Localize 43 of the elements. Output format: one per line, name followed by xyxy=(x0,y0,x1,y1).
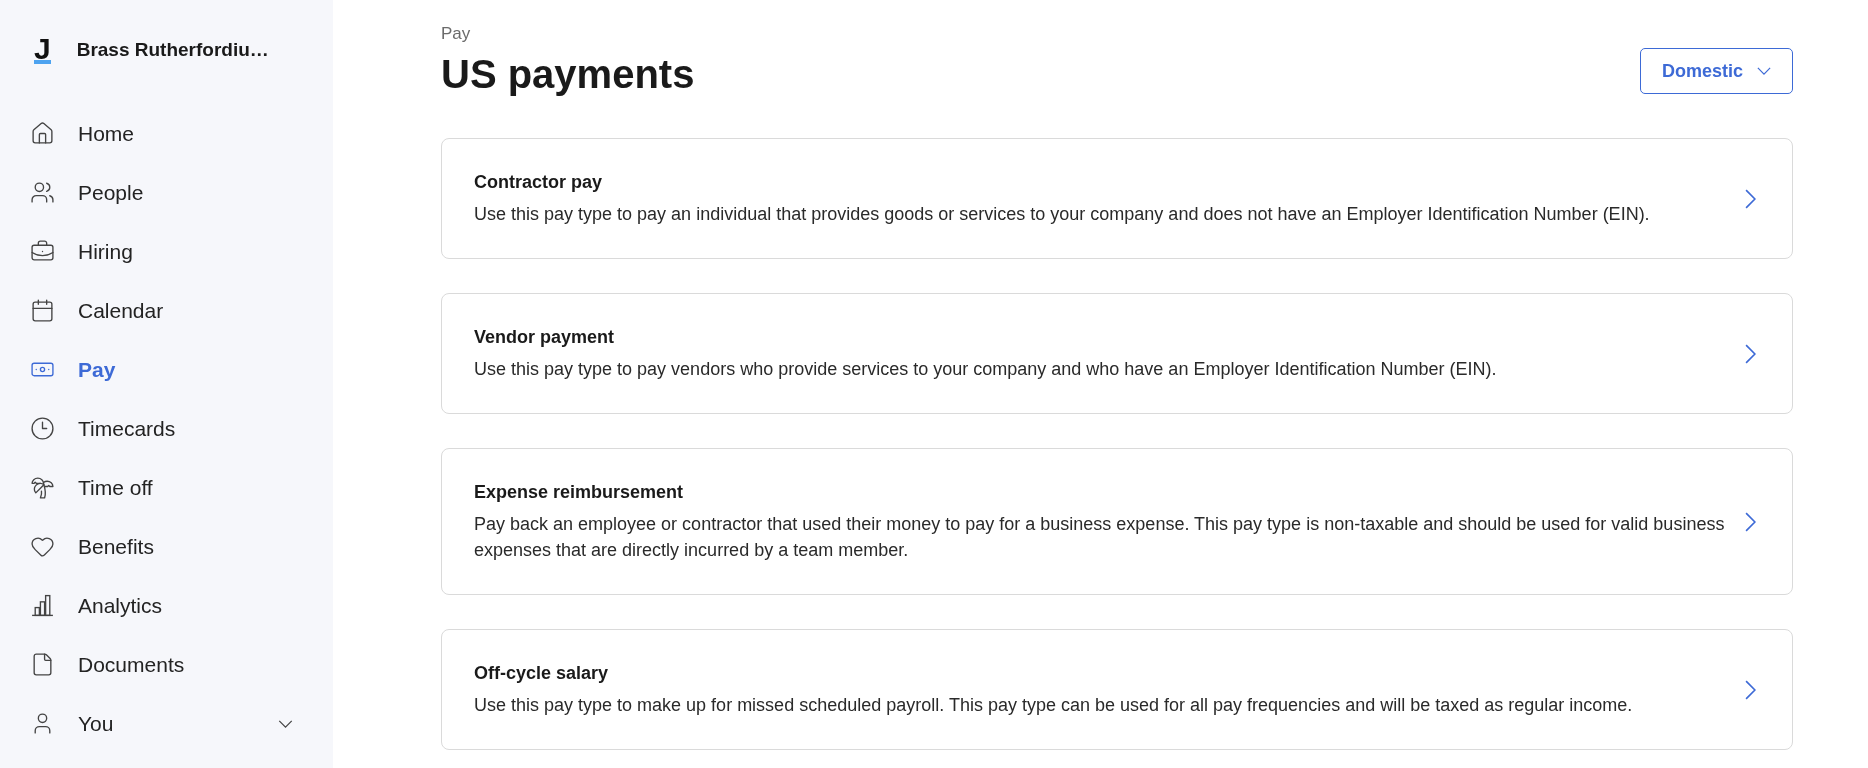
nav-item[interactable]: Calendar xyxy=(0,281,333,340)
brand-logo: J xyxy=(34,36,51,64)
nav-item[interactable]: Timecards xyxy=(0,399,333,458)
breadcrumb: Pay xyxy=(441,23,472,45)
card-description: Pay back an employee or contractor that used their money to pay for a business expense. This pay type is non-taxable and should be used for valid business expenses that are directly incurred by a team member. xyxy=(474,513,1726,562)
card-description: Use this pay type to pay vendors who provide services to your company and who have an Employer Identification Number (EIN). xyxy=(474,358,1498,381)
chevron-right-icon xyxy=(1745,511,1756,532)
heart-icon xyxy=(30,534,55,559)
nav-item[interactable]: Benefits xyxy=(0,517,333,576)
nav-item[interactable]: Pay xyxy=(0,340,333,399)
palm-tree-icon xyxy=(30,475,55,500)
payment-type-card[interactable]: Contractor pay Use this pay type to pay an individual that provides goods or services to your company and does not have an Employer Identification Number (EIN). xyxy=(441,138,1793,259)
house-icon xyxy=(30,121,55,146)
account-menu[interactable]: You xyxy=(0,694,333,753)
nav-item[interactable]: Documents xyxy=(0,635,333,694)
chevron-right-icon xyxy=(1745,679,1756,700)
chevron-right-icon xyxy=(1745,188,1756,209)
payment-type-card[interactable]: Vendor payment Use this pay type to pay vendors who provide services to your company and who have an Employer Identification Number (EIN). xyxy=(441,293,1793,414)
card-title: Off-cycle salary xyxy=(474,662,610,685)
nav-item[interactable]: Home xyxy=(0,104,333,163)
nav-item[interactable]: Time off xyxy=(0,458,333,517)
card-title: Vendor payment xyxy=(474,326,616,349)
document-icon xyxy=(30,652,55,677)
calendar-icon xyxy=(30,298,55,323)
clock-icon xyxy=(30,416,55,441)
chevron-down-icon xyxy=(1757,67,1771,75)
card-description: Use this pay type to make up for missed scheduled payroll. This pay type can be used for all pay frequencies and will be taxed as regular income. xyxy=(474,694,1634,717)
card-description: Use this pay type to pay an individual that provides goods or services to your company and does not have an Employer Identification Number (EIN). xyxy=(474,203,1651,226)
nav-item[interactable]: Hiring xyxy=(0,222,333,281)
payment-type-card[interactable] xyxy=(441,448,1793,595)
nav-item[interactable]: Analytics xyxy=(0,576,333,635)
card-title: Expense reimbursement xyxy=(474,481,685,504)
company-name: Brass Rutherfordiu… xyxy=(76,37,269,62)
bar-chart-icon xyxy=(30,593,55,618)
card-title: Contractor pay xyxy=(474,171,604,194)
chevron-down-icon xyxy=(278,719,293,728)
briefcase-icon xyxy=(30,239,55,264)
dropdown-button[interactable]: Domestic xyxy=(1639,48,1793,94)
payment-type-card[interactable]: Off-cycle salary Use this pay type to make up for missed scheduled payroll. This pay type can be used for all pay frequencies and will be taxed as regular income. xyxy=(441,629,1793,750)
people-icon xyxy=(30,180,55,205)
chevron-right-icon xyxy=(1745,343,1756,364)
nav-item[interactable]: People xyxy=(0,163,333,222)
page-title: US payments xyxy=(441,51,695,98)
